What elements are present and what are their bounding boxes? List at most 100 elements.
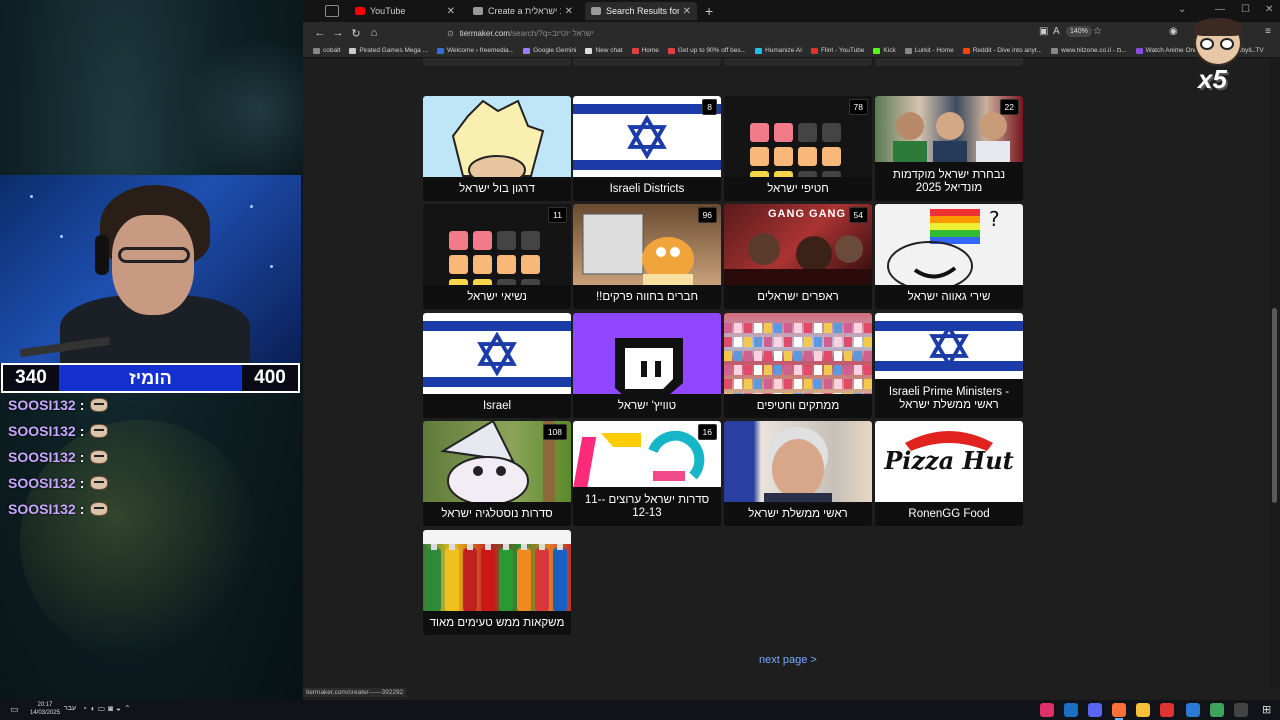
discord-icon[interactable] (1088, 703, 1102, 717)
tierlist-card[interactable]: 96 חברים בחווה פרקים!! (573, 204, 721, 309)
card-title[interactable]: טוויץ' ישראל (573, 394, 721, 418)
nav-toolbar: ← → ↻ ⌂ ⊙ tiermaker.com /search/?q=ישראל… (303, 22, 1280, 44)
card-title[interactable]: דרגון בול ישראל (423, 177, 571, 201)
media-app-icon[interactable] (1040, 703, 1054, 717)
firefox-icon[interactable] (1112, 703, 1126, 720)
bookmark-item[interactable]: Kick (873, 47, 896, 54)
translate-icon[interactable]: A (1053, 26, 1060, 37)
home-icon[interactable]: ⌂ (365, 27, 383, 39)
language-indicator[interactable]: עבר (64, 705, 76, 712)
tierlist-card[interactable]: דרגון בול ישראל (423, 96, 571, 201)
tierlist-card[interactable]: משקאות ממש טעימים מאוד (423, 530, 571, 635)
bookmark-item[interactable]: Get up to 90% off bes... (667, 47, 746, 54)
reload-icon[interactable]: ↻ (347, 27, 365, 40)
card-thumbnail (724, 421, 872, 503)
app-icon[interactable] (1186, 703, 1200, 717)
bookmark-item[interactable]: cobalt (313, 47, 340, 54)
close-icon[interactable]: ✕ (683, 6, 691, 17)
bookmark-icon (667, 47, 675, 54)
card-title[interactable]: שירי גאווה ישראל (875, 285, 1023, 309)
app-icon[interactable] (1160, 703, 1174, 717)
card-title[interactable]: סדרות ישראל ערוצים -11-12-13 (573, 487, 721, 526)
start-icon[interactable]: ⊞ (1262, 703, 1271, 716)
tab-youtube[interactable]: YouTube ✕ (349, 2, 461, 20)
tierlist-card[interactable]: 78 חטיפי ישראל (724, 96, 872, 201)
chat-username: SOOSI132 (8, 475, 76, 491)
tierlist-card[interactable]: 11 נשיאי ישראל (423, 204, 571, 309)
score-right: 400 (242, 365, 298, 391)
card-title[interactable]: RonenGG Food (875, 502, 1023, 526)
close-icon[interactable]: ✕ (447, 6, 455, 17)
bookmark-label: Welcome › freemedia... (447, 47, 515, 54)
bookmark-item[interactable]: Lurkit - Home (904, 47, 954, 54)
back-icon[interactable]: ← (311, 27, 329, 39)
screenshot-icon[interactable]: ▣ (1039, 26, 1048, 37)
bookmark-item[interactable]: Pirated Games Mega ... (349, 47, 428, 54)
tierlist-card[interactable]: ? שירי גאווה ישראל (875, 204, 1023, 309)
tab-actions-icon[interactable] (325, 5, 339, 17)
scrollbar-thumb[interactable] (1272, 308, 1277, 503)
bookmark-item[interactable]: Humanize AI (755, 47, 802, 54)
bookmark-label: Lurkit - Home (914, 47, 954, 54)
app-icon[interactable] (1234, 703, 1248, 717)
card-title[interactable]: חטיפי ישראל (724, 177, 872, 201)
system-tray-icons[interactable]: ◔◖▭◙◒⌃ (82, 704, 134, 713)
minimize-icon[interactable]: — (1215, 4, 1225, 15)
card-title[interactable]: סדרות נוסטלגיה ישראל (423, 502, 571, 526)
bookmark-item[interactable]: New chat (585, 47, 623, 54)
bookmark-item[interactable]: Google Gemini (523, 47, 576, 54)
steam-icon[interactable] (1064, 703, 1078, 717)
tab-create[interactable]: Create a יוצרת קלות ישראלית... ✕ (467, 2, 579, 20)
tierlist-card[interactable]: 8 Israeli Districts (573, 96, 721, 201)
bookmark-item[interactable]: Welcome › freemedia... (437, 47, 514, 54)
tab-search-results[interactable]: Search Results for "ישראל" יוטיוב ✕ (585, 2, 697, 20)
bookmark-item[interactable]: Flint - YouTube (810, 47, 864, 54)
card-title[interactable]: ראשי ממשלת ישראל (724, 502, 872, 526)
close-window-icon[interactable]: ✕ (1265, 4, 1273, 15)
bookmark-item[interactable]: Home (631, 47, 659, 54)
bookmark-icon (631, 47, 639, 54)
account-icon[interactable]: ◉ (1169, 26, 1178, 37)
card-title[interactable]: נבחרת ישראל מוקדמות מונדיאל 2025 (875, 162, 1023, 201)
forward-icon[interactable]: → (329, 27, 347, 39)
address-bar[interactable]: ⊙ tiermaker.com /search/?q=ישראל יוטיוב (447, 24, 1007, 42)
card-title[interactable]: נשיאי ישראל (423, 285, 571, 309)
star-icon[interactable]: ☆ (1093, 26, 1102, 37)
tierlist-card[interactable]: 22 נבחרת ישראל מוקדמות מונדיאל 2025 (875, 96, 1023, 201)
card-title[interactable]: משקאות ממש טעימים מאוד (423, 611, 571, 635)
card-title[interactable]: Israeli Districts (573, 177, 721, 201)
app-icon[interactable] (1210, 703, 1224, 717)
card-title[interactable]: חברים בחווה פרקים!! (573, 285, 721, 309)
tierlist-card[interactable]: טוויץ' ישראל (573, 313, 721, 418)
menu-icon[interactable]: ≡ (1265, 26, 1271, 37)
card-title[interactable]: Israeli Prime Ministers - ראשי ממשלת ישר… (875, 379, 1023, 418)
card-title[interactable]: ממתקים וחטיפים (724, 394, 872, 418)
tierlist-card[interactable]: 108 סדרות נוסטלגיה ישראל (423, 421, 571, 526)
close-icon[interactable]: ✕ (565, 6, 573, 17)
maximize-icon[interactable]: ☐ (1241, 4, 1250, 15)
new-tab-button[interactable]: + (705, 3, 713, 19)
zoom-badge[interactable]: 140% (1066, 26, 1092, 37)
bookmark-item[interactable]: www.hitzone.co.il - מ... (1051, 47, 1127, 54)
card-thumbnail (724, 313, 872, 395)
previous-row-card (724, 58, 872, 66)
tierlist-card[interactable]: ממתקים וחטיפים (724, 313, 872, 418)
taskbar-clock[interactable]: 20:17 14/03/2025 (30, 701, 60, 717)
card-title[interactable]: ראפרים ישראלים (724, 285, 872, 309)
next-page-link[interactable]: next page > (759, 654, 817, 666)
chevron-down-icon[interactable]: ⌄ (1178, 4, 1186, 15)
tierlist-card[interactable]: ראשי ממשלת ישראל (724, 421, 872, 526)
tierlist-card[interactable]: 16 סדרות ישראל ערוצים -11-12-13 (573, 421, 721, 526)
bookmark-label: Home (641, 47, 659, 54)
star-of-david-icon (627, 115, 667, 159)
tierlist-card[interactable]: Israel (423, 313, 571, 418)
card-title[interactable]: Israel (423, 394, 571, 418)
tierlist-card[interactable]: Pizza Hut RonenGG Food (875, 421, 1023, 526)
bookmark-item[interactable]: Reddit - Dive into anyt... (962, 47, 1042, 54)
tierlist-card[interactable]: GANG GANG 54 ראפרים ישראלים (724, 204, 872, 309)
item-count-badge: 22 (999, 99, 1019, 115)
file-explorer-icon[interactable] (1136, 703, 1150, 717)
notification-icon[interactable]: ▭ (10, 704, 19, 715)
tierlist-card[interactable]: Israeli Prime Ministers - ראשי ממשלת ישר… (875, 313, 1023, 418)
bookmark-label: cobalt (323, 47, 341, 54)
